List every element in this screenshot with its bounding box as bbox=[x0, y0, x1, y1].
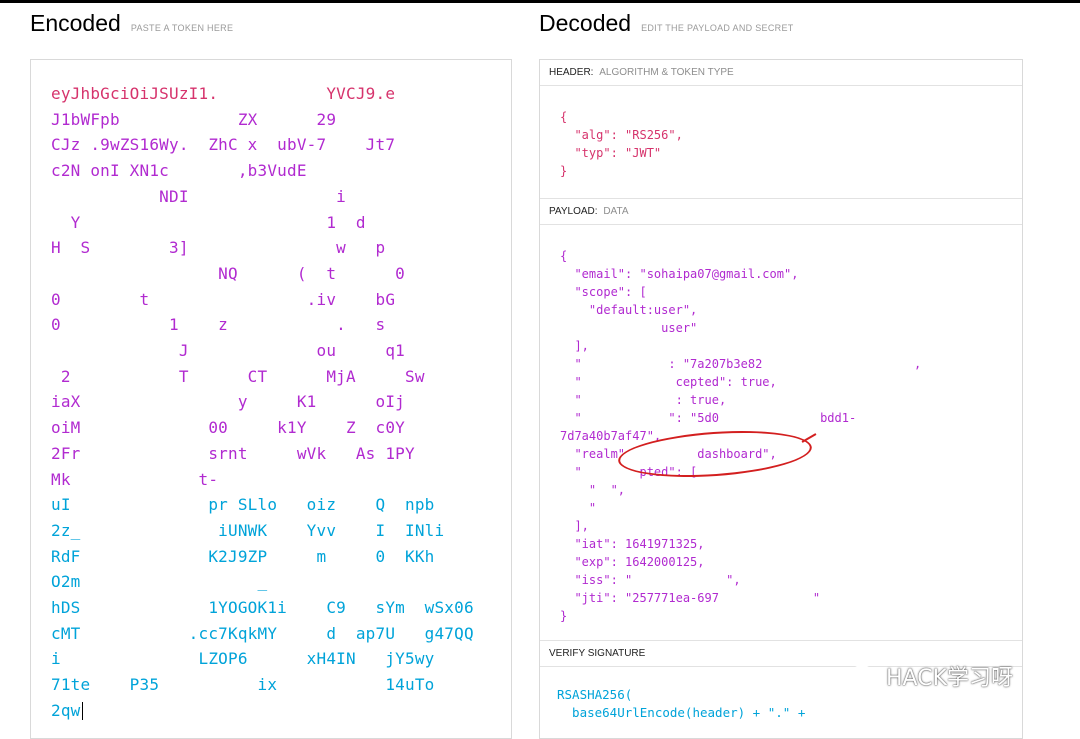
encoded-token-line: 2z_ iUNWK Yvv I INli bbox=[51, 520, 445, 540]
encoded-token-line: uI pr SLlo oiz Q npb bbox=[51, 495, 435, 515]
encoded-subtitle: PASTE A TOKEN HERE bbox=[130, 23, 234, 33]
wechat-icon bbox=[851, 665, 881, 687]
watermark: HACK学习呀 bbox=[850, 660, 1013, 692]
header-json-editor[interactable]: { "alg": "RS256", "typ": "JWT" } bbox=[560, 108, 683, 180]
encoded-token-line: c2N onI XN1c ,b3VudE bbox=[51, 161, 307, 181]
decoded-panel: HEADER: ALGORITHM & TOKEN TYPE { "alg": … bbox=[539, 59, 1023, 739]
encoded-token-line: J1bWFpb ZX 29 bbox=[51, 109, 337, 129]
encoded-token-line: NDI i bbox=[51, 186, 346, 206]
decoded-heading: Decoded EDIT THE PAYLOAD AND SECRET bbox=[539, 10, 794, 37]
encoded-token-line: CJz .9wZS16Wy. ZhC x ubV-7 Jt7 bbox=[51, 135, 396, 155]
top-bar bbox=[0, 0, 1080, 3]
encoded-token-line: O2m _ bbox=[51, 572, 268, 592]
header-sublabel: ALGORITHM & TOKEN TYPE bbox=[599, 67, 734, 78]
header-section-title: HEADER: ALGORITHM & TOKEN TYPE bbox=[540, 60, 1022, 86]
encoded-token-line: 71te P35 ix 14uTo bbox=[51, 675, 435, 695]
payload-sublabel: DATA bbox=[603, 206, 629, 217]
encoded-token-textarea[interactable]: eyJhbGciOiJSUzI1. YVCJ9.e J1bWFpb ZX 29 CJ… bbox=[30, 59, 512, 739]
encoded-token-line: RdF K2J9ZP m 0 KKh bbox=[51, 546, 435, 566]
encoded-token-line: oiM 00 k1Y Z c0Y bbox=[51, 418, 405, 438]
decoded-title: Decoded bbox=[539, 10, 632, 36]
encoded-token-line: eyJhbGciOiJSUzI1. YVCJ9.e bbox=[51, 84, 396, 103]
encoded-token-line: cMT .cc7KqkMY d ap7U g47QQ bbox=[51, 623, 474, 643]
watermark-text: HACK学习呀 bbox=[886, 666, 1013, 691]
text-caret bbox=[81, 702, 83, 721]
encoded-token-line: 2Fr srnt wVk As 1PY bbox=[51, 443, 415, 463]
encoded-token-line: 2 T CT MjA Sw bbox=[51, 366, 425, 386]
encoded-token-line: Y 1 d bbox=[51, 212, 366, 232]
encoded-heading: Encoded PASTE A TOKEN HERE bbox=[30, 10, 233, 37]
encoded-token-line: 2qw bbox=[51, 700, 83, 721]
encoded-token-line: iaX y K1 oIj bbox=[51, 392, 405, 412]
encoded-token-line: hDS 1YOGOK1i C9 sYm wSx06 bbox=[51, 598, 474, 617]
verify-label: VERIFY SIGNATURE bbox=[549, 648, 646, 659]
encoded-title: Encoded bbox=[30, 10, 121, 36]
header-label: HEADER: bbox=[549, 67, 594, 78]
encoded-token-line: Mk t- bbox=[51, 469, 219, 489]
encoded-token-line: 0 1 z . s bbox=[51, 315, 386, 335]
encoded-token-line: H S 3] w p bbox=[51, 238, 386, 258]
verify-signature-code: RSASHA256( base64UrlEncode(header) + "."… bbox=[557, 687, 806, 720]
encoded-token-line: 0 t .iv bG bbox=[51, 289, 396, 309]
payload-section-title: PAYLOAD: DATA bbox=[540, 199, 1022, 225]
encoded-token-line: i LZOP6 xH4IN jY5wy bbox=[51, 649, 435, 669]
encoded-token-line: J ou q1 bbox=[51, 341, 405, 360]
encoded-token-line: NQ ( t 0 bbox=[51, 263, 405, 283]
payload-label: PAYLOAD: bbox=[549, 206, 598, 217]
decoded-subtitle: EDIT THE PAYLOAD AND SECRET bbox=[641, 23, 794, 33]
